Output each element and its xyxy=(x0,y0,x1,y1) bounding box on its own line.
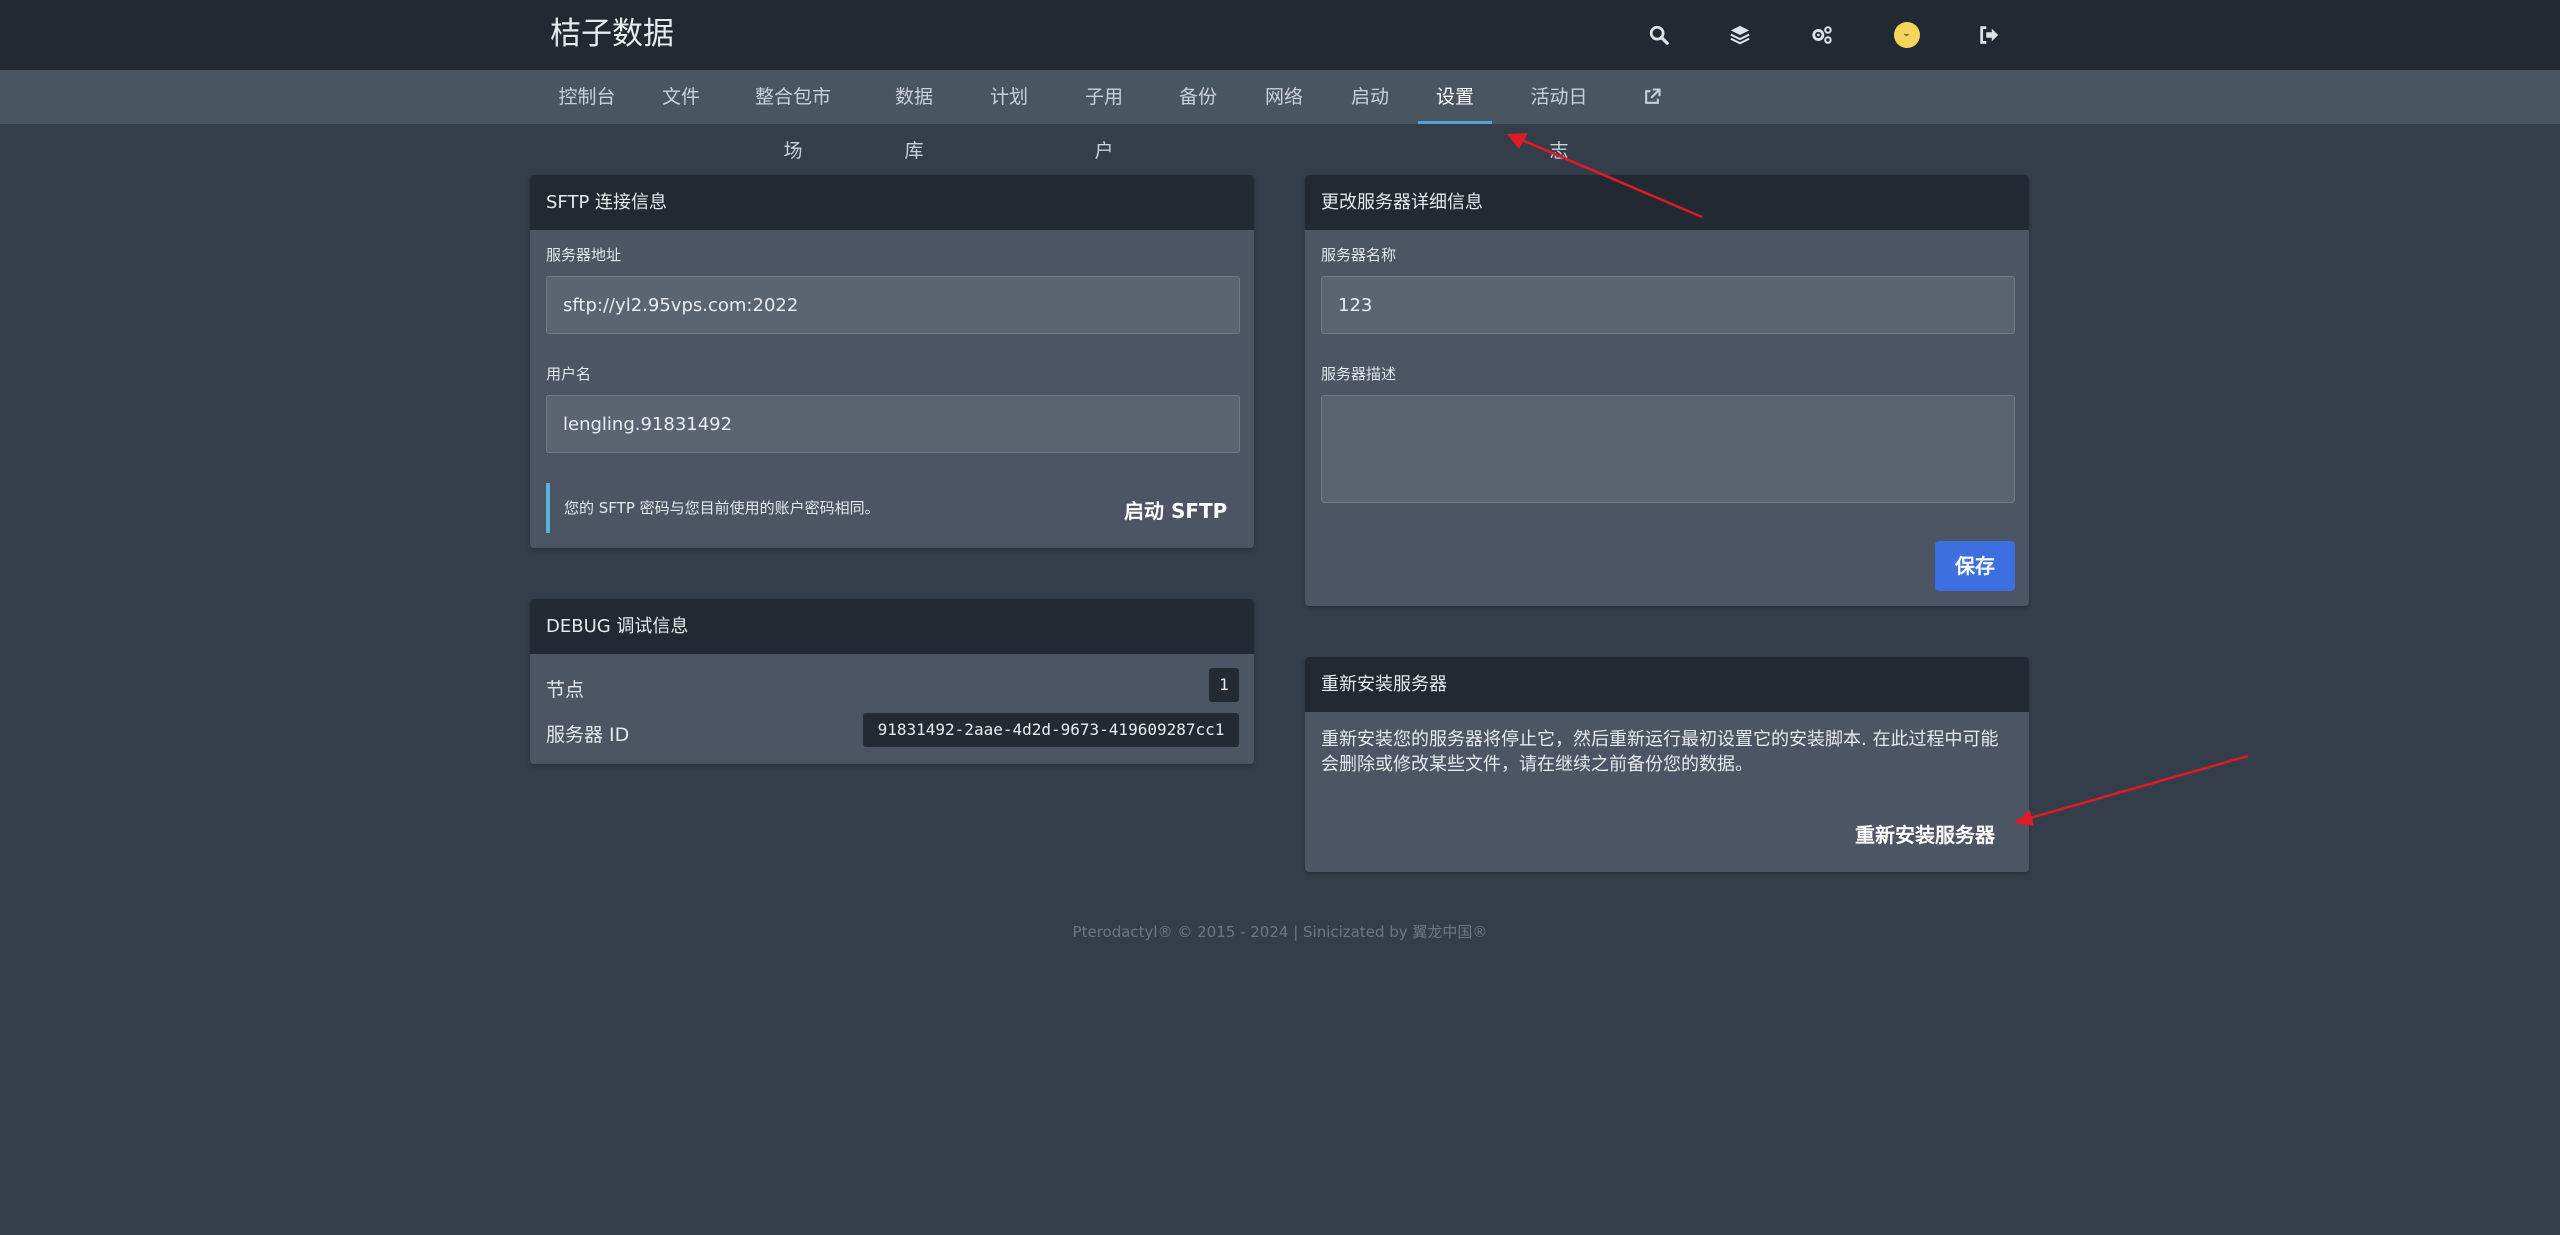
node-label: 节点 xyxy=(546,679,585,701)
avatar[interactable] xyxy=(1894,22,1920,48)
reinstall-server-button[interactable]: 重新安装服务器 xyxy=(1855,819,1995,848)
reinstall-description: 重新安装您的服务器将停止它，然后重新运行最初设置它的安装脚本. 在此过程中可能会… xyxy=(1321,729,1999,775)
server-name-label: 服务器名称 xyxy=(1321,246,1397,264)
server-address-field[interactable] xyxy=(546,276,1240,334)
annotation-arrows xyxy=(1507,133,2249,826)
tab-console[interactable]: 控制台 xyxy=(558,70,616,124)
tab-databases[interactable]: 数据库 xyxy=(886,70,942,162)
sftp-panel: SFTP 连接信息 服务器地址 用户名 您的 SFTP 密码与您目前使用的账户密… xyxy=(530,175,1254,548)
launch-sftp-button[interactable]: 启动 SFTP xyxy=(1124,495,1227,524)
sftp-password-note: 您的 SFTP 密码与您目前使用的账户密码相同。 xyxy=(546,483,880,533)
server-description-label: 服务器描述 xyxy=(1321,365,1397,383)
server-id-badge: 91831492-2aae-4d2d-9673-419609287cc1 xyxy=(863,713,1239,747)
server-address-label: 服务器地址 xyxy=(546,246,622,264)
tab-subusers[interactable]: 子用户 xyxy=(1076,70,1132,162)
settings-icon[interactable] xyxy=(1807,20,1837,50)
tab-network[interactable]: 网络 xyxy=(1265,70,1303,124)
username-field[interactable] xyxy=(546,395,1240,453)
server-name-field[interactable] xyxy=(1321,276,2015,334)
username-label: 用户名 xyxy=(546,365,592,383)
footer-copyright: Pterodactyl® © 2015 - 2024 | Sinicizated… xyxy=(1072,923,1488,941)
panel-title: SFTP 连接信息 xyxy=(530,175,1254,230)
layers-icon[interactable] xyxy=(1725,20,1755,50)
tab-settings[interactable]: 设置 xyxy=(1418,70,1492,124)
tab-backups[interactable]: 备份 xyxy=(1179,70,1217,124)
top-header: 桔子数据 xyxy=(0,0,2560,70)
tab-modpack-market[interactable]: 整合包市场 xyxy=(748,70,838,162)
debug-panel: DEBUG 调试信息 节点 1 服务器 ID 91831492-2aae-4d2… xyxy=(530,599,1254,764)
node-value-badge: 1 xyxy=(1209,668,1239,702)
reinstall-panel: 重新安装服务器 重新安装您的服务器将停止它，然后重新运行最初设置它的安装脚本. … xyxy=(1305,657,2029,872)
tab-files[interactable]: 文件 xyxy=(662,70,700,124)
save-button[interactable]: 保存 xyxy=(1935,541,2015,591)
brand-title[interactable]: 桔子数据 xyxy=(550,14,674,54)
panel-title: 更改服务器详细信息 xyxy=(1305,175,2029,230)
tab-schedules[interactable]: 计划 xyxy=(990,70,1028,124)
server-subnav: 控制台 文件 整合包市场 数据库 计划 子用户 备份 网络 启动 设置 活动日志 xyxy=(0,70,2560,162)
external-link-icon[interactable] xyxy=(1640,70,1664,124)
panel-title: DEBUG 调试信息 xyxy=(530,599,1254,654)
logout-icon[interactable] xyxy=(1974,20,2004,50)
tab-activity-log[interactable]: 活动日志 xyxy=(1522,70,1596,162)
server-description-field[interactable] xyxy=(1321,395,2015,503)
arrow-to-reinstall-button xyxy=(2014,754,2249,826)
server-id-label: 服务器 ID xyxy=(546,724,630,746)
search-icon[interactable] xyxy=(1644,20,1674,50)
server-details-panel: 更改服务器详细信息 服务器名称 服务器描述 保存 xyxy=(1305,175,2029,606)
avatar-icon[interactable] xyxy=(1892,20,1922,50)
panel-title: 重新安装服务器 xyxy=(1305,657,2029,712)
tab-startup[interactable]: 启动 xyxy=(1351,70,1389,124)
sftp-note-text: 您的 SFTP 密码与您目前使用的账户密码相同。 xyxy=(564,499,880,517)
